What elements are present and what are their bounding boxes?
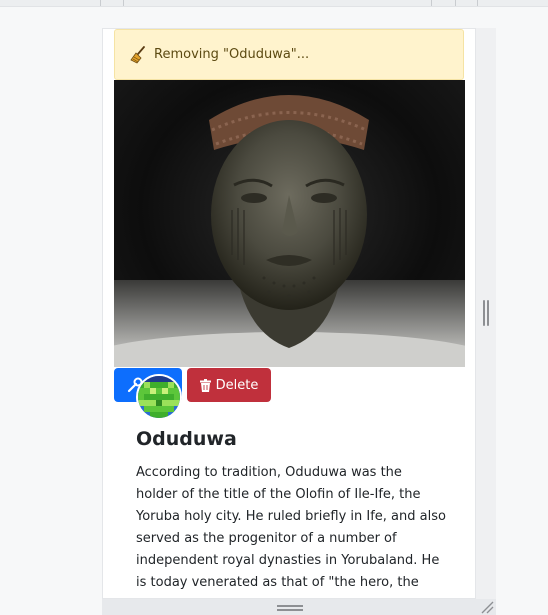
bronze-head-photo xyxy=(114,80,465,367)
horizontal-resize-handle[interactable] xyxy=(277,605,303,611)
toolbar-divider xyxy=(431,0,432,6)
toolbar-divider xyxy=(455,0,456,6)
broom-icon xyxy=(130,45,145,64)
delete-button[interactable]: Delete xyxy=(187,368,271,402)
character-name: Oduduwa xyxy=(136,428,237,450)
avatar xyxy=(136,374,182,420)
vertical-resize-handle[interactable] xyxy=(483,300,489,326)
removing-toast: Removing "Oduduwa"... xyxy=(114,29,464,80)
toast-message: Removing "Oduduwa"... xyxy=(154,47,310,62)
resize-corner-icon[interactable] xyxy=(480,600,494,614)
character-description: According to tradition, Oduduwa was the … xyxy=(136,465,446,598)
toolbar-divider xyxy=(100,0,101,6)
trash-icon xyxy=(199,378,211,392)
top-toolbar xyxy=(0,0,548,7)
toolbar-divider xyxy=(477,0,478,6)
character-card: Removing "Oduduwa"... Delete Oduduwa Acc… xyxy=(102,28,476,599)
delete-label: Delete xyxy=(215,377,259,393)
toolbar-divider xyxy=(123,0,124,6)
